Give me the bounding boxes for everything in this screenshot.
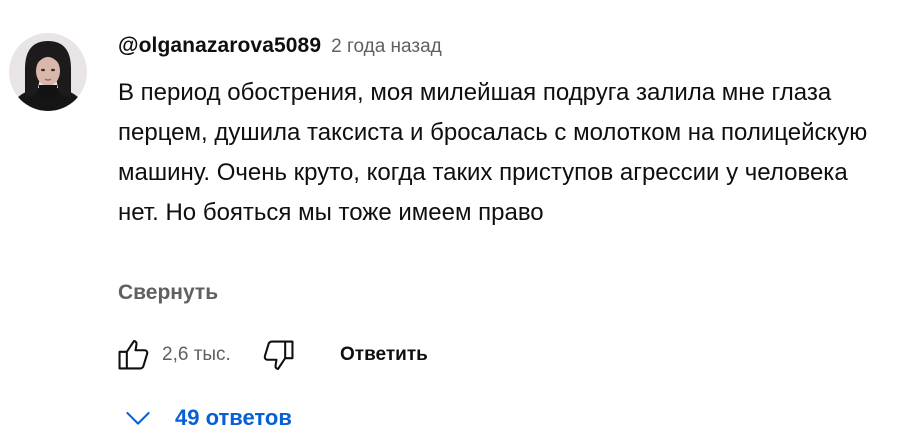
thumb-down-icon	[263, 340, 294, 370]
published-time[interactable]: 2 года назад	[331, 36, 442, 58]
thumb-up-icon	[118, 340, 149, 370]
like-button[interactable]	[112, 334, 154, 376]
avatar-image	[9, 33, 87, 111]
replies-count-label: 49 ответов	[175, 405, 292, 430]
reply-button[interactable]: Ответить	[340, 344, 428, 366]
collapse-button[interactable]: Свернуть	[118, 281, 218, 305]
like-count: 2,6 тыс.	[162, 344, 231, 365]
comment-actions: 2,6 тыс. Ответить	[112, 334, 428, 376]
show-replies-button[interactable]: 49 ответов	[123, 398, 292, 438]
avatar[interactable]	[9, 33, 87, 111]
comment-text: В период обострения, моя милейшая подруг…	[118, 79, 868, 226]
dislike-button[interactable]	[258, 334, 300, 376]
comment-body: @olganazarova5089 2 года назад В период …	[118, 34, 878, 233]
comment-header: @olganazarova5089 2 года назад	[118, 34, 878, 66]
chevron-down-icon	[123, 403, 153, 433]
author-name[interactable]: @olganazarova5089	[118, 34, 321, 58]
comment-thread: @olganazarova5089 2 года назад В период …	[0, 0, 901, 432]
